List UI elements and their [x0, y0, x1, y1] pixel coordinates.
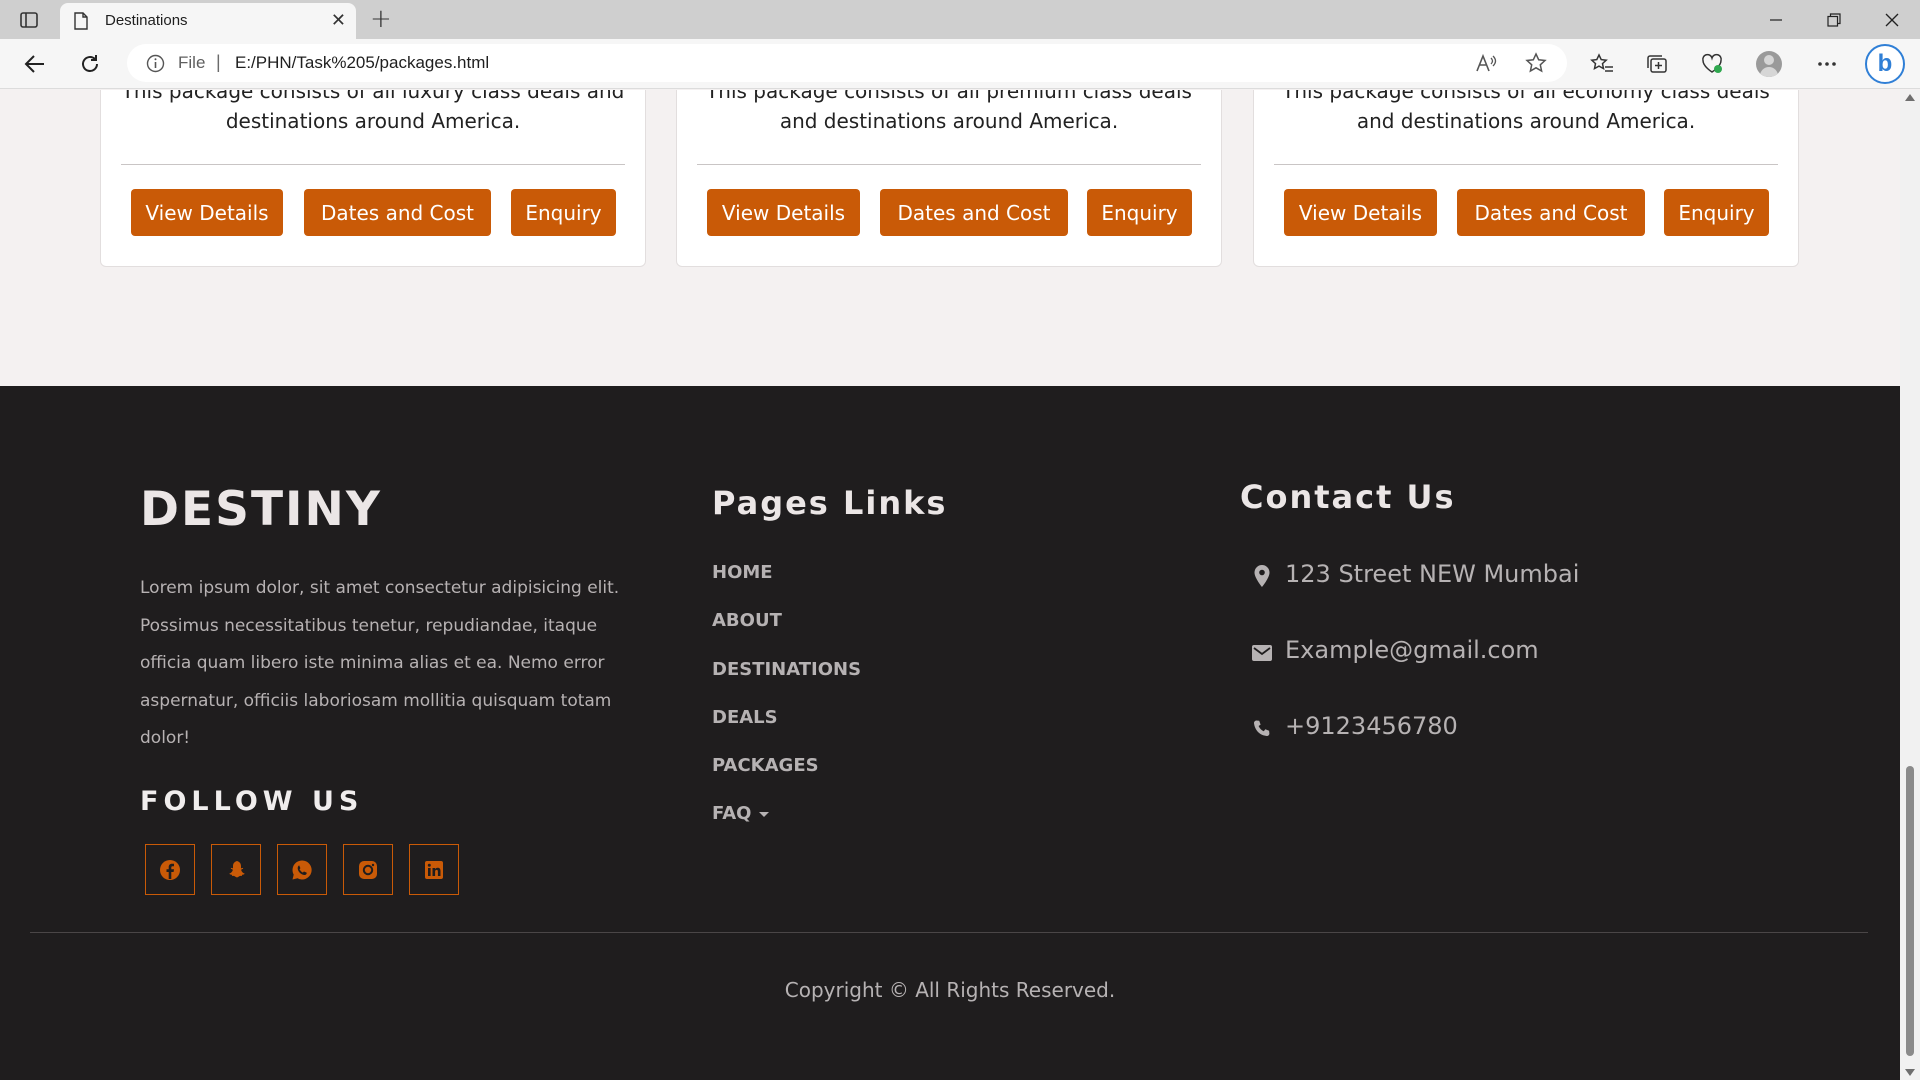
email-icon — [1250, 641, 1274, 665]
scrollbar-thumb[interactable] — [1906, 766, 1914, 1056]
whatsapp-icon[interactable] — [277, 844, 327, 895]
package-description: This package consists of all economy cla… — [1282, 90, 1770, 133]
restore-icon[interactable] — [1814, 6, 1854, 34]
instagram-icon[interactable] — [343, 844, 393, 895]
footer-link-deals[interactable]: DEALS — [712, 707, 778, 728]
dates-and-cost-button[interactable]: Dates and Cost — [304, 189, 491, 236]
facebook-icon[interactable] — [145, 844, 195, 895]
copyright-text: Copyright © All Rights Reserved. — [784, 978, 1116, 1002]
favorite-star-icon[interactable] — [1525, 52, 1547, 78]
close-window-icon[interactable] — [1872, 6, 1912, 34]
follow-us-heading: FOLLOW US — [140, 786, 364, 817]
footer-divider — [30, 932, 1868, 933]
card-divider — [697, 164, 1201, 165]
refresh-icon[interactable] — [75, 49, 105, 79]
card-divider — [1274, 164, 1778, 165]
snapchat-icon[interactable] — [211, 844, 261, 895]
read-aloud-icon[interactable] — [1475, 53, 1497, 77]
contact-phone[interactable]: +9123456780 — [1285, 712, 1458, 740]
scroll-up-arrow-icon[interactable] — [1905, 94, 1915, 101]
footer-link-faq[interactable]: FAQ — [712, 803, 770, 824]
minimize-icon[interactable] — [1756, 6, 1796, 34]
enquiry-button[interactable]: Enquiry — [1087, 189, 1192, 236]
site-footer: DESTINY Lorem ipsum dolor, sit amet cons… — [0, 386, 1900, 1080]
enquiry-button[interactable]: Enquiry — [511, 189, 616, 236]
page-viewport: This package consists of all luxury clas… — [0, 90, 1900, 1080]
package-card-economy: This package consists of all economy cla… — [1253, 90, 1799, 267]
view-details-button[interactable]: View Details — [707, 189, 860, 236]
profile-avatar[interactable] — [1756, 51, 1782, 77]
tab-strip: Destinations ✕ + — [0, 0, 1920, 39]
package-card-luxury: This package consists of all luxury clas… — [100, 90, 646, 267]
package-description: This package consists of all premium cla… — [706, 90, 1192, 133]
footer-link-packages[interactable]: PACKAGES — [712, 755, 819, 776]
bing-copilot-icon[interactable]: b — [1865, 44, 1905, 84]
footer-link-home[interactable]: HOME — [712, 562, 773, 583]
contact-us-heading: Contact Us — [1240, 478, 1456, 516]
faq-label: FAQ — [712, 803, 752, 824]
url-text[interactable]: E:/PHN/Task%205/packages.html — [235, 53, 489, 73]
package-card-premium: This package consists of all premium cla… — [676, 90, 1222, 267]
close-tab-icon[interactable]: ✕ — [331, 10, 346, 31]
contact-address: 123 Street NEW Mumbai — [1285, 560, 1580, 588]
tab-actions-icon[interactable] — [16, 8, 42, 32]
back-icon[interactable] — [20, 49, 50, 79]
chevron-down-icon — [759, 811, 770, 817]
info-icon[interactable] — [146, 54, 165, 77]
phone-icon — [1250, 717, 1274, 741]
browser-tab[interactable]: Destinations ✕ — [60, 3, 356, 39]
enquiry-button[interactable]: Enquiry — [1664, 189, 1769, 236]
favorites-icon[interactable] — [1587, 49, 1617, 79]
address-separator: | — [216, 52, 221, 72]
browser-essentials-icon[interactable] — [1697, 49, 1727, 79]
footer-link-about[interactable]: ABOUT — [712, 610, 782, 631]
dates-and-cost-button[interactable]: Dates and Cost — [1457, 189, 1645, 236]
contact-email[interactable]: Example@gmail.com — [1285, 636, 1539, 664]
package-description: This package consists of all luxury clas… — [121, 90, 625, 133]
linkedin-icon[interactable] — [409, 844, 459, 895]
location-pin-icon — [1250, 564, 1274, 588]
view-details-button[interactable]: View Details — [131, 189, 283, 236]
card-divider — [121, 164, 625, 165]
more-options-icon[interactable] — [1812, 49, 1842, 79]
vertical-scrollbar[interactable] — [1900, 90, 1920, 1080]
document-icon — [74, 12, 88, 34]
scroll-down-arrow-icon[interactable] — [1905, 1069, 1915, 1076]
address-bar[interactable]: File | E:/PHN/Task%205/packages.html — [127, 44, 1567, 82]
new-tab-button[interactable]: + — [370, 4, 392, 34]
pages-links-heading: Pages Links — [712, 484, 948, 522]
browser-toolbar: File | E:/PHN/Task%205/packages.html b — [0, 39, 1920, 89]
dates-and-cost-button[interactable]: Dates and Cost — [880, 189, 1068, 236]
footer-brand: DESTINY — [140, 482, 382, 537]
footer-about-text: Lorem ipsum dolor, sit amet consectetur … — [140, 578, 620, 748]
view-details-button[interactable]: View Details — [1284, 189, 1437, 236]
footer-link-destinations[interactable]: DESTINATIONS — [712, 659, 861, 680]
address-scheme: File — [178, 53, 206, 72]
collections-icon[interactable] — [1642, 49, 1672, 79]
tab-title: Destinations — [105, 12, 188, 29]
